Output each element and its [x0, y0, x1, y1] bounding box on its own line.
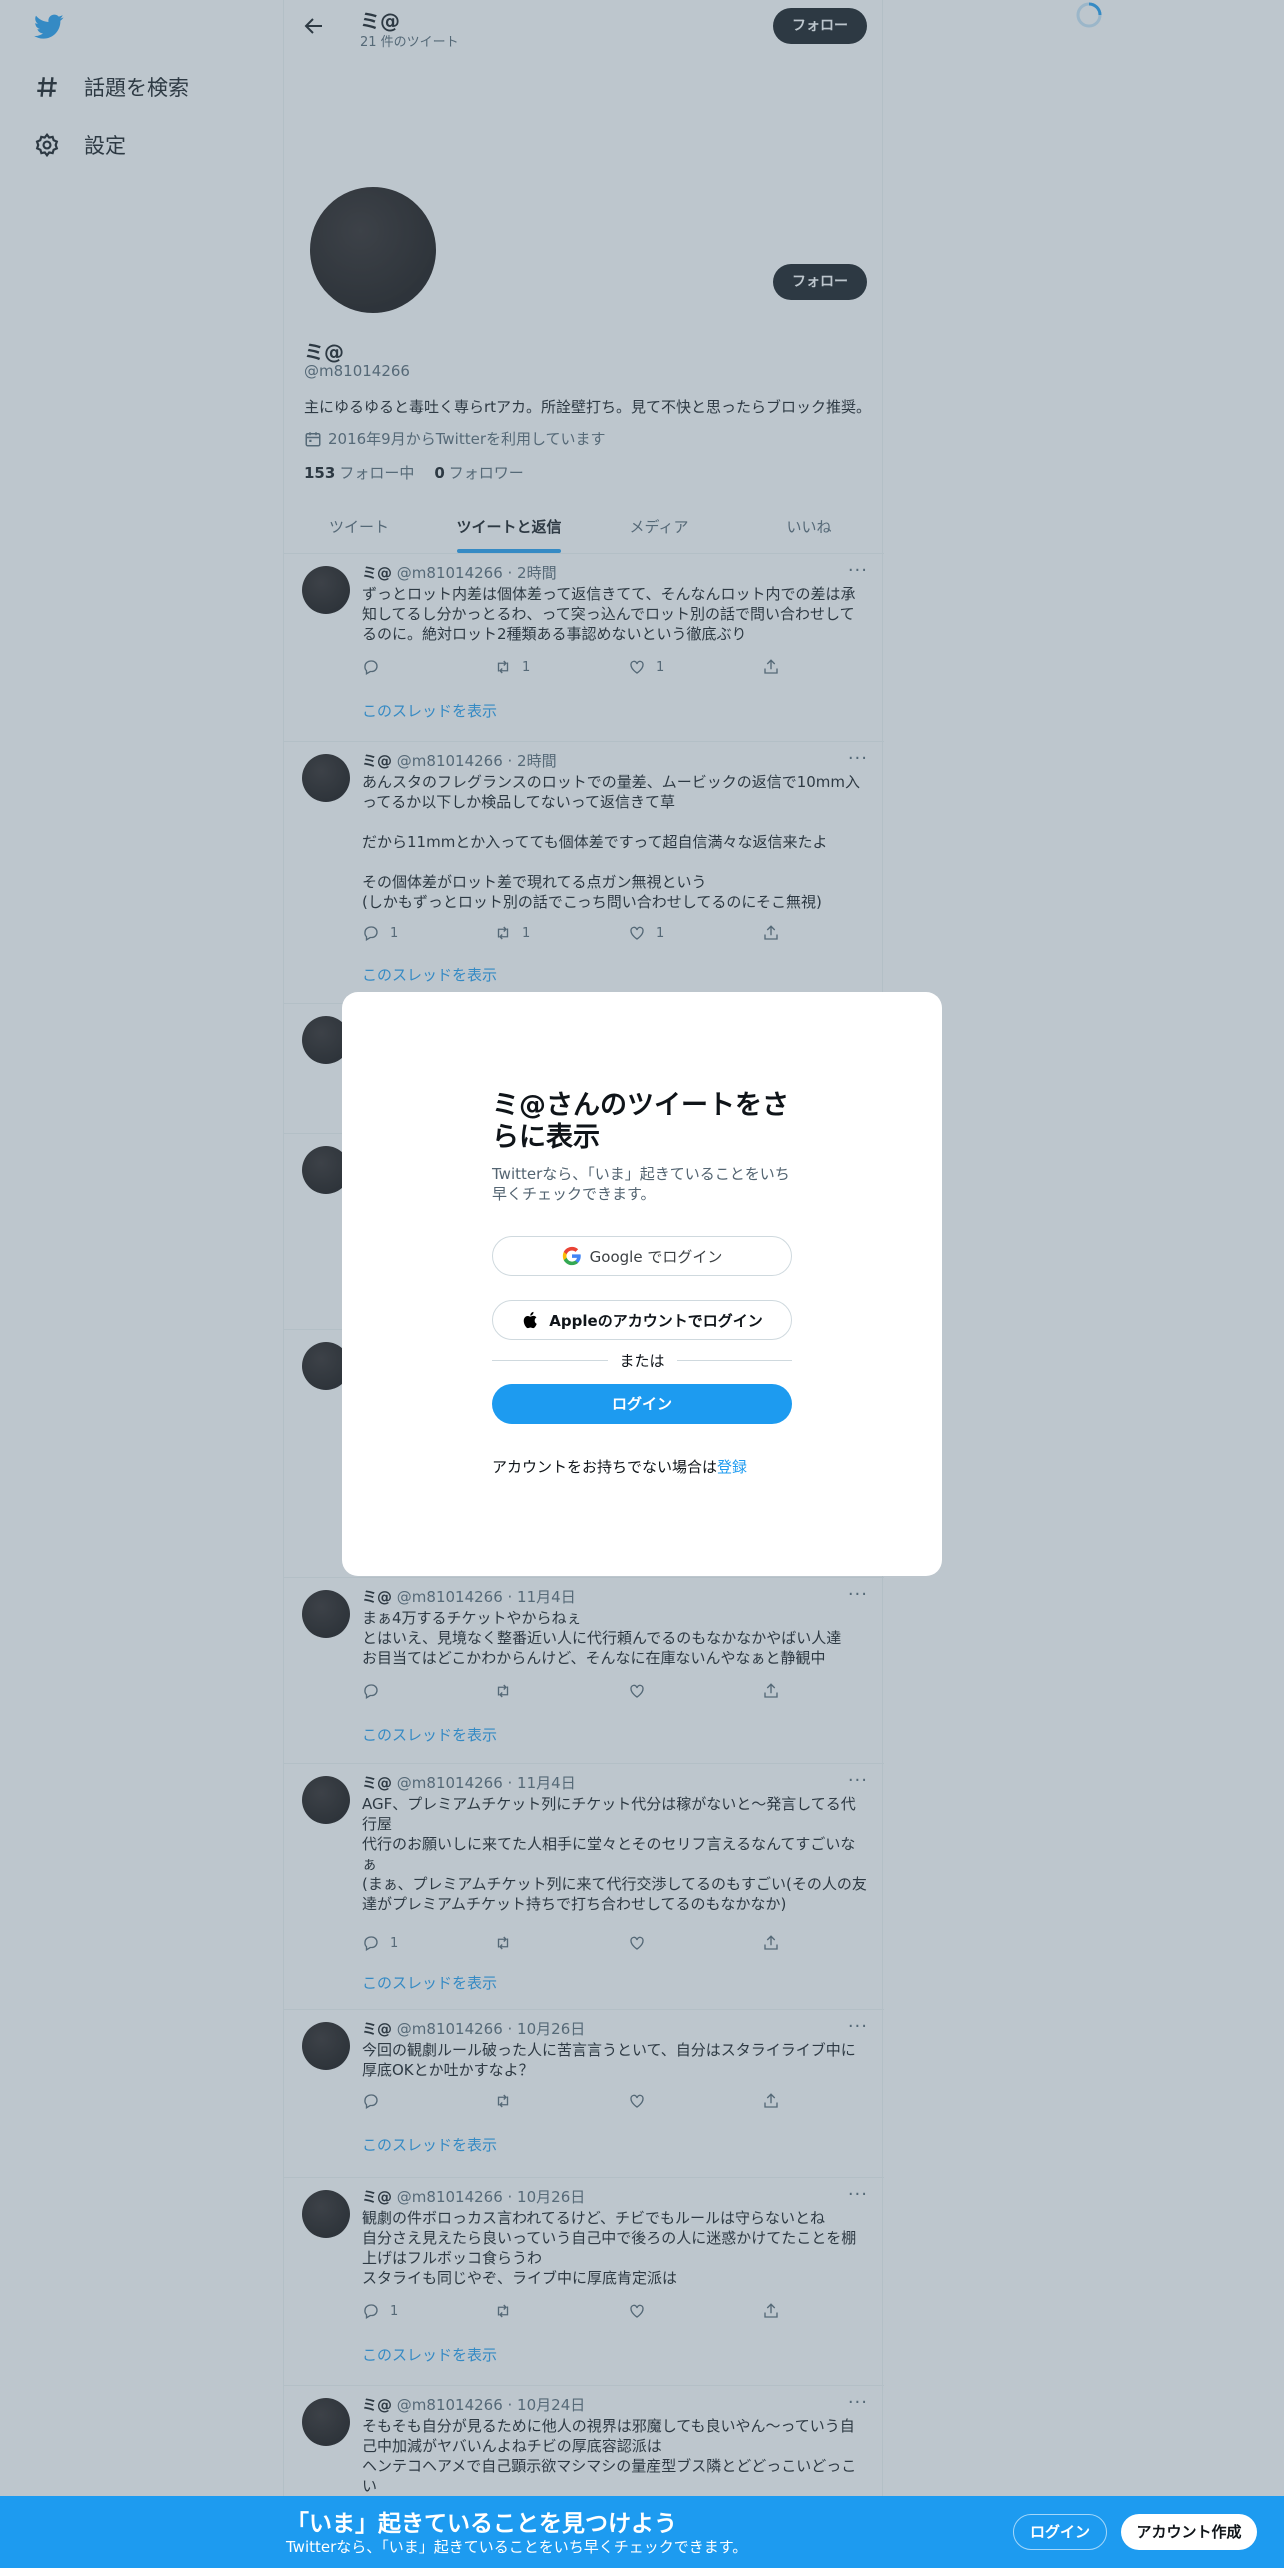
divider-line	[676, 1360, 793, 1361]
divider-line	[492, 1360, 608, 1361]
modal-title: ミ@さんのツイートをさらに表示	[492, 1090, 789, 1153]
signup-prefix: アカウントをお持ちでない場合は	[492, 1458, 718, 1476]
or-divider: または	[492, 1350, 793, 1371]
apple-icon	[524, 1311, 537, 1329]
signup-prompt: アカウントをお持ちでない場合は登録	[492, 1456, 792, 1477]
google-login-button[interactable]: Google でログイン	[492, 1236, 792, 1276]
google-login-label: Google でログイン	[589, 1247, 723, 1266]
apple-login-button[interactable]: Appleのアカウントでログイン	[492, 1300, 792, 1340]
bottom-bar-title: 「いま」起きていることを見つけよう	[286, 2511, 677, 2537]
modal-login-button[interactable]: ログイン	[492, 1384, 792, 1424]
bottom-signup-bar: 「いま」起きていることを見つけよう Twitterなら、「いま」起きていることを…	[0, 2496, 1284, 2568]
or-label: または	[619, 1352, 665, 1370]
bottom-bar-subtitle: Twitterなら、「いま」起きていることをいち早くチェックできます。	[286, 2538, 748, 2556]
modal-subtitle: Twitterなら、「いま」起きていることをいち早くチェックできます。	[492, 1165, 790, 1203]
bottom-login-button[interactable]: ログイン	[1013, 2514, 1107, 2550]
bottom-signup-button[interactable]: アカウント作成	[1121, 2514, 1257, 2550]
signup-link[interactable]: 登録	[717, 1458, 747, 1476]
apple-login-label: Appleのアカウントでログイン	[549, 1311, 763, 1330]
google-icon	[562, 1246, 581, 1266]
login-modal: ミ@さんのツイートをさらに表示 Twitterなら、「いま」起きていることをいち…	[342, 992, 942, 1576]
